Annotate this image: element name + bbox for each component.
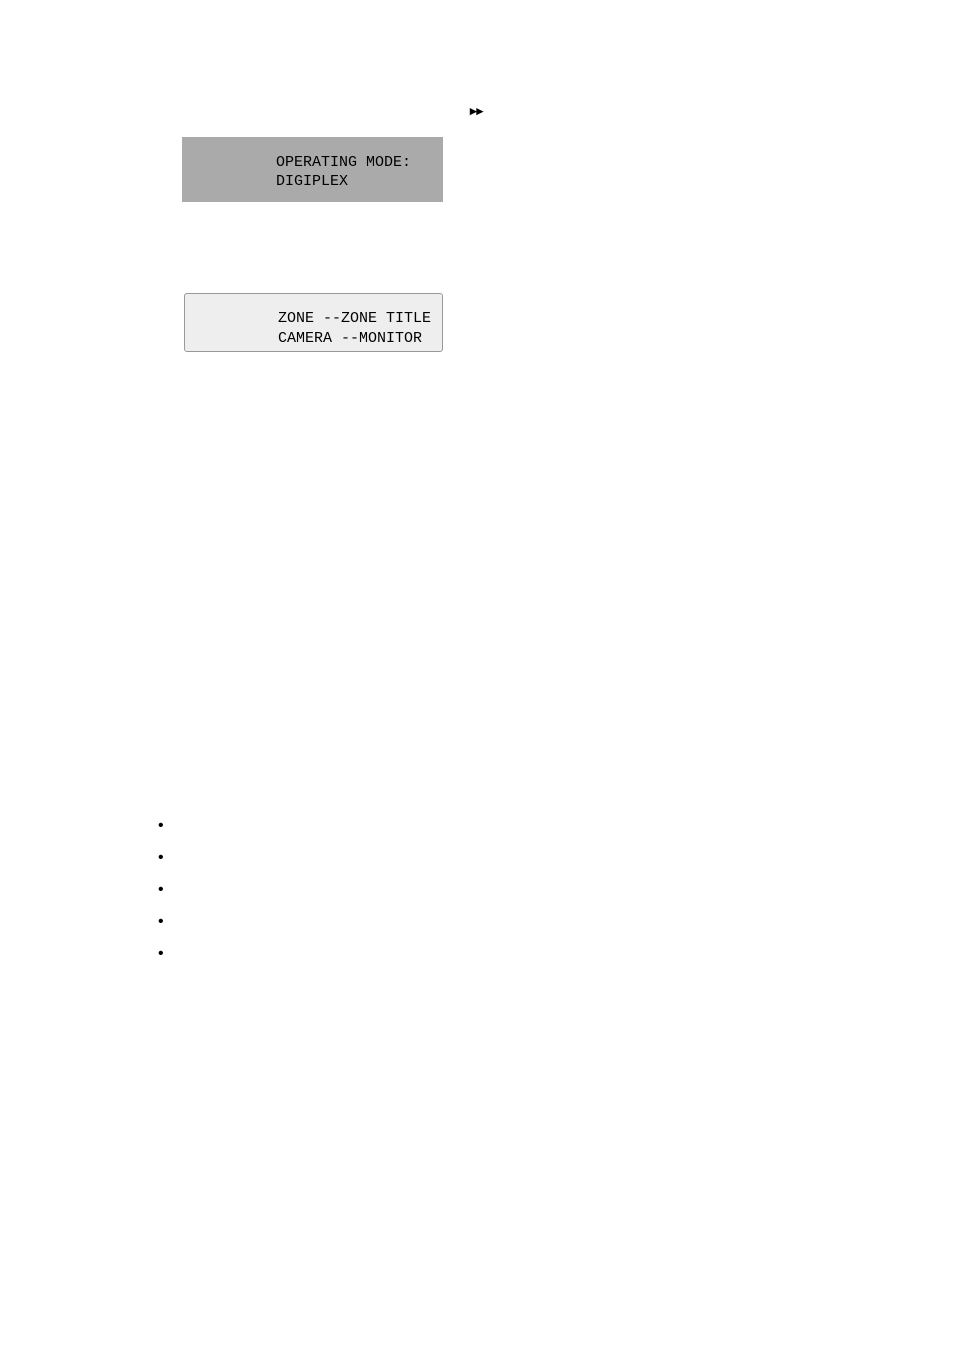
- display-line-2: DIGIPLEX: [276, 173, 443, 192]
- lcd-display-zone-camera: ZONE --ZONE TITLE CAMERA --MONITOR: [184, 293, 443, 352]
- lcd-display-operating-mode: OPERATING MODE: DIGIPLEX: [182, 137, 443, 202]
- forward-indicator-icon: ▸▸: [470, 103, 483, 119]
- display-line-1: ZONE --ZONE TITLE: [278, 309, 442, 329]
- display-line-2: CAMERA --MONITOR: [278, 329, 442, 349]
- display-line-1: OPERATING MODE:: [276, 154, 443, 173]
